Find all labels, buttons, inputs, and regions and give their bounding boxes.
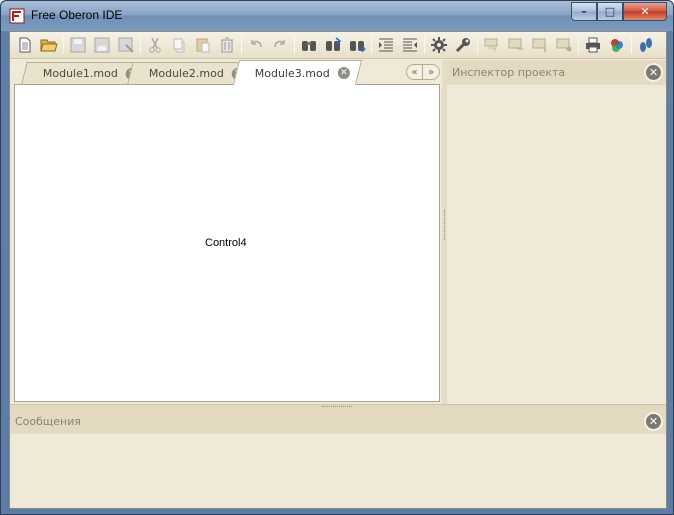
delete-icon [221, 37, 233, 53]
toolbar-separator [140, 36, 141, 54]
open-file-button[interactable] [37, 33, 61, 57]
breakpoint-icon [556, 38, 572, 52]
find-button[interactable] [297, 33, 321, 57]
maximize-button[interactable]: □ [597, 2, 623, 21]
new-file-button[interactable] [13, 33, 37, 57]
tab-navigation: « » [406, 64, 440, 80]
step-over-button[interactable] [504, 33, 528, 57]
save-as-button[interactable] [90, 33, 114, 57]
app-logo-icon [9, 8, 25, 24]
client-area: Module1.mod ✕ Module2.mod ✕ Module3.mod … [9, 31, 667, 509]
toolbar-separator [63, 36, 64, 54]
save-all-button[interactable] [114, 33, 138, 57]
indent-icon [379, 38, 393, 52]
tab-label: Module3.mod [254, 66, 330, 80]
toolbar [10, 32, 666, 59]
inspector-title: Инспектор проекта [452, 66, 566, 79]
print-icon [586, 37, 600, 53]
toolbar-separator [294, 36, 295, 54]
code-editor[interactable]: Control4 [14, 84, 440, 402]
colors-button[interactable] [605, 33, 629, 57]
save-all-icon [118, 37, 134, 53]
toolbar-separator [371, 36, 372, 54]
settings-wrench-icon [455, 38, 470, 53]
toolbar-separator [241, 36, 242, 54]
new-file-icon [19, 37, 31, 53]
tab-module3[interactable]: Module3.mod ✕ [232, 60, 363, 85]
paste-button[interactable] [191, 33, 215, 57]
tab-next-button[interactable]: » [423, 64, 440, 80]
breakpoint-button[interactable] [552, 33, 576, 57]
find-replace-icon [350, 41, 366, 53]
toolbar-separator [631, 36, 632, 54]
find-replace-button[interactable] [345, 33, 369, 57]
undo-button[interactable] [244, 33, 268, 57]
find-next-icon [326, 37, 342, 51]
close-button[interactable]: ✕ [623, 2, 667, 21]
messages-panel: Сообщения ✕ [10, 409, 666, 508]
run-button[interactable] [634, 33, 658, 57]
toolbar-separator [578, 36, 579, 54]
toolbar-separator [424, 36, 425, 54]
tab-label: Module2.mod [148, 67, 224, 80]
toolbar-separator [477, 36, 478, 54]
editor-area: Module1.mod ✕ Module2.mod ✕ Module3.mod … [10, 60, 442, 404]
outdent-icon [403, 38, 417, 52]
cut-button[interactable] [143, 33, 167, 57]
find-next-button[interactable] [321, 33, 345, 57]
step-over-icon [508, 38, 525, 50]
window-controls: – □ ✕ [571, 2, 667, 22]
messages-title: Сообщения [15, 415, 82, 428]
cut-icon [149, 37, 161, 53]
step-out-icon [532, 38, 546, 52]
colors-icon [611, 39, 623, 52]
inspector-close-button[interactable]: ✕ [644, 63, 663, 82]
undo-icon [251, 40, 262, 48]
control-placeholder-label: Control4 [205, 237, 247, 249]
minimize-button[interactable]: – [571, 2, 597, 21]
title-bar[interactable]: Free Oberon IDE – □ ✕ [1, 1, 673, 31]
indent-button[interactable] [374, 33, 398, 57]
step-into-button[interactable] [480, 33, 504, 57]
copy-button[interactable] [167, 33, 191, 57]
print-button[interactable] [581, 33, 605, 57]
redo-button[interactable] [268, 33, 292, 57]
save-button[interactable] [66, 33, 90, 57]
outdent-button[interactable] [398, 33, 422, 57]
ide-window: Free Oberon IDE – □ ✕ Module1.mod Module… [0, 0, 674, 515]
tab-close-icon[interactable]: ✕ [337, 67, 350, 79]
copy-icon [173, 38, 185, 53]
tab-label: Module1.mod [42, 67, 118, 80]
editor-tabstrip: Module1.mod ✕ Module2.mod ✕ Module3.mod … [10, 60, 442, 85]
open-folder-icon [40, 39, 58, 52]
inspector-header: Инспектор проекта ✕ [447, 60, 666, 85]
compile-button[interactable] [427, 33, 451, 57]
settings-button[interactable] [451, 33, 475, 57]
step-into-icon [484, 38, 498, 52]
compile-gear-icon [431, 37, 447, 53]
messages-header: Сообщения ✕ [10, 409, 666, 434]
paste-icon [196, 38, 210, 53]
find-icon [302, 41, 316, 51]
delete-button[interactable] [215, 33, 239, 57]
save-icon [70, 37, 86, 53]
window-title: Free Oberon IDE [31, 8, 123, 22]
tab-prev-button[interactable]: « [406, 64, 423, 80]
save-as-icon [94, 37, 110, 53]
messages-close-button[interactable]: ✕ [644, 412, 663, 431]
step-out-button[interactable] [528, 33, 552, 57]
run-icon [640, 38, 652, 52]
redo-icon [274, 40, 285, 48]
project-inspector-panel: Инспектор проекта ✕ [447, 60, 666, 404]
